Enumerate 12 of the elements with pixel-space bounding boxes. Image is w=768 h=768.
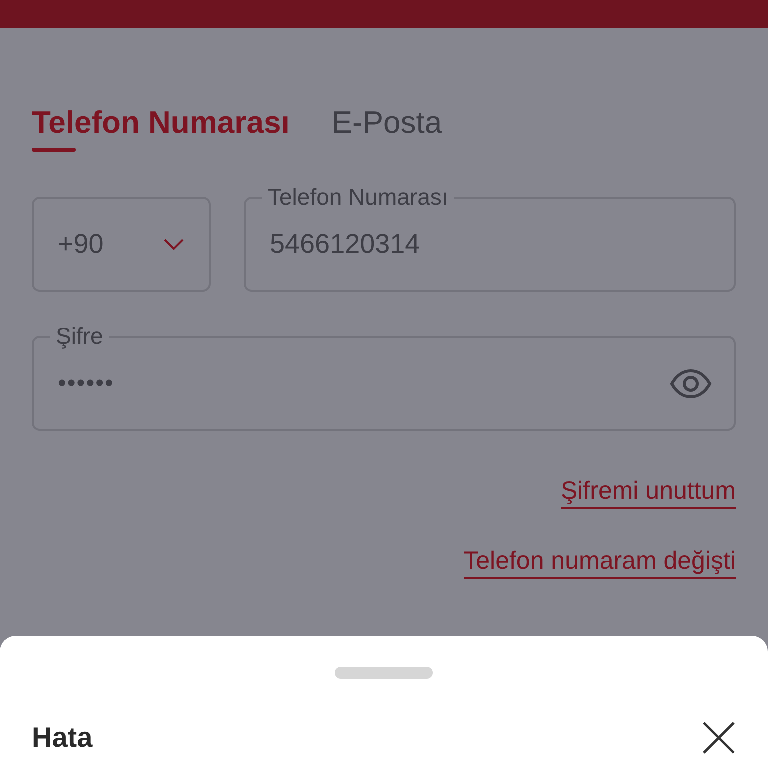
eye-icon[interactable]	[670, 368, 712, 398]
text-link[interactable]: Şifremi unuttum	[560, 475, 736, 509]
sheet-title: Hata	[32, 721, 93, 755]
field-value: 5466120314	[270, 228, 420, 262]
drag-handle[interactable]	[335, 667, 433, 679]
text-link[interactable]: Telefon numaram değişti	[464, 545, 736, 579]
close-icon[interactable]	[702, 721, 736, 755]
password-dots: ••••••	[58, 368, 114, 398]
tab[interactable]: Telefon Numarası	[32, 104, 290, 152]
country-code-dropdown[interactable]: +90	[32, 197, 211, 292]
chevron-down-icon	[163, 238, 185, 252]
tab[interactable]: E-Posta	[332, 104, 442, 152]
